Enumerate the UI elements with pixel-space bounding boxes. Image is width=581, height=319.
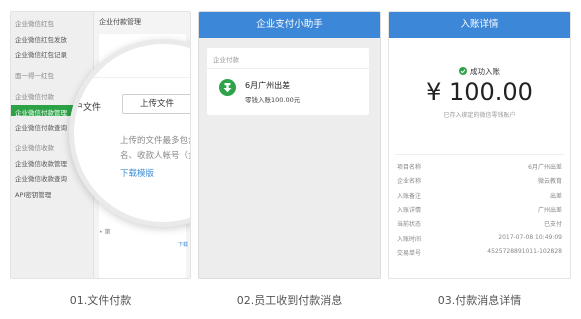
upload-hint-line-2: 名、收款人帐号（企 xyxy=(120,151,191,161)
card-header: 企业付款 xyxy=(213,56,239,64)
detail-key: 入账详情 xyxy=(397,206,422,214)
detail-row: 交易单号 4525728891011-102828 xyxy=(397,248,562,259)
sidebar-item[interactable]: API密钥管理 xyxy=(15,189,51,199)
detail-value: 微云教育 xyxy=(537,178,562,186)
detail-row: 入账备注 出差 xyxy=(397,191,562,202)
sidebar-item[interactable]: 企业微信红包记录 xyxy=(15,49,67,59)
sidebar-section-label: 面一得一红包 xyxy=(15,72,54,80)
sidebar-item[interactable]: 企业微信付款管理 xyxy=(15,107,67,117)
payment-detail-screen: 入账详情 成功入账 ¥ 100.00 已存入绑定的微信零钱账户 项目名称 6月广州… xyxy=(388,11,571,279)
payment-message-card[interactable]: 企业付款 6月广州出差 零钱入账100.00元 xyxy=(207,48,369,115)
detail-row: 项目名称 6月广州出差 xyxy=(397,162,562,173)
sidebar-item[interactable]: 企业微信付款查询 xyxy=(15,122,67,132)
sidebar-item[interactable]: 企业微信红包发放 xyxy=(15,34,67,44)
assistant-title-bar: 企业支付小助手 xyxy=(199,12,380,38)
detail-row: 企业名称 微云教育 xyxy=(397,176,562,187)
detail-divider xyxy=(395,154,564,155)
file-field-label: 户文件 xyxy=(74,103,102,113)
detail-value: 4525728891011-102828 xyxy=(487,247,562,255)
file-payment-screen: 企业微信红包企业微信红包发放 企业微信红包记录 面一得一红包 企业微信付款企业微信付款… xyxy=(10,11,191,279)
detail-row: 入账时间 2017-07-08 10:49:09 xyxy=(397,234,562,245)
amount-subtitle: 已存入绑定的微信零钱账户 xyxy=(443,112,516,119)
detail-value: 出差 xyxy=(549,192,562,200)
detail-value: 已支付 xyxy=(543,221,562,229)
detail-key: 项目名称 xyxy=(397,164,422,171)
page-title: 企业付款管理 xyxy=(99,18,141,26)
payment-assistant-screen: 企业支付小助手 企业付款 6月广州出差 零钱入账100.00元 xyxy=(198,11,381,279)
sidebar-section-label: 企业微信红包 xyxy=(15,20,54,28)
check-circle-icon xyxy=(459,67,467,75)
caption-1: 01.文件付款 xyxy=(69,294,132,307)
upload-file-button[interactable]: 上传文件 xyxy=(122,94,190,114)
detail-key: 当前状态 xyxy=(397,221,422,229)
detail-key: 入账时间 xyxy=(397,235,422,243)
detail-key: 交易单号 xyxy=(397,249,422,257)
divider xyxy=(74,77,190,78)
upload-hint-line-1: 上传的文件最多包含 xyxy=(120,136,191,146)
detail-key: 企业名称 xyxy=(397,178,422,186)
caption-2: 02.员工收到付款消息 xyxy=(236,294,343,307)
detail-value: 2017-07-08 10:49:09 xyxy=(498,233,562,241)
sidebar-section-label: 企业微信收款 xyxy=(15,144,54,152)
detail-key: 入账备注 xyxy=(397,192,422,200)
message-title: 6月广州出差 xyxy=(245,81,291,90)
detail-title-bar: 入账详情 xyxy=(389,12,570,38)
detail-value: 6月广州出差 xyxy=(528,164,562,171)
sidebar-item[interactable]: 企业微信收款管理 xyxy=(15,158,67,168)
status-text: 成功入账 xyxy=(470,67,500,76)
detail-row: 当前状态 已支付 xyxy=(397,219,562,230)
detail-value: 广州出差 xyxy=(537,206,562,214)
download-template-link[interactable]: 下载模版 xyxy=(120,167,154,179)
sidebar-item[interactable]: 企业微信收款查询 xyxy=(15,173,67,183)
small-download-link[interactable]: 下载 xyxy=(178,241,188,248)
status-line: 成功入账 xyxy=(389,66,570,77)
message-detail: 零钱入账100.00元 xyxy=(245,96,301,104)
detail-row: 入账详情 广州出差 xyxy=(397,205,562,216)
caption-3: 03.付款消息详情 xyxy=(437,294,522,307)
sidebar-section-label: 企业微信付款 xyxy=(15,93,54,101)
download-arrow-icon xyxy=(219,79,236,96)
amount: ¥ 100.00 xyxy=(426,78,533,106)
list-bullet: • 第 xyxy=(99,229,111,236)
card-divider xyxy=(207,68,369,69)
